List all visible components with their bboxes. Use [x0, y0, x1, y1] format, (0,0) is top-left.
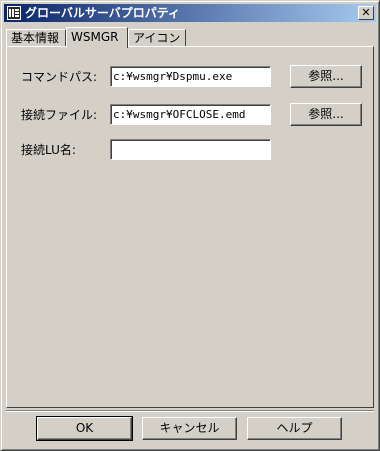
ok-button[interactable]: OK	[36, 416, 133, 441]
connect-file-label: 接続ファイル:	[21, 108, 98, 122]
help-button[interactable]: ヘルプ	[247, 417, 342, 440]
tab-wsmgr[interactable]: WSMGR	[66, 27, 128, 48]
window-title: グローバルサーバプロパティ	[25, 6, 181, 20]
close-icon: ✕	[361, 6, 371, 19]
lu-name-label: 接続LU名:	[21, 143, 76, 157]
footer-divider	[6, 410, 374, 412]
browse-command-button[interactable]: 参照...	[290, 65, 362, 88]
property-dialog: グローバルサーバプロパティ ✕ 基本情報 WSMGR アイコン コマンドパス: …	[0, 0, 380, 451]
browse-connect-button[interactable]: 参照...	[290, 103, 362, 126]
tab-icon[interactable]: アイコン	[128, 29, 186, 46]
command-path-label: コマンドパス:	[21, 70, 98, 84]
cancel-button[interactable]: キャンセル	[142, 417, 237, 440]
tab-panel: コマンドパス: c:¥wsmgr¥Dspmu.exe 参照... 接続ファイル:…	[6, 46, 374, 408]
tab-basic-info[interactable]: 基本情報	[6, 29, 66, 46]
connect-file-input[interactable]: c:¥wsmgr¥OFCLOSE.emd	[110, 104, 271, 125]
app-icon	[7, 6, 21, 20]
title-bar[interactable]: グローバルサーバプロパティ ✕	[4, 4, 376, 22]
command-path-input[interactable]: c:¥wsmgr¥Dspmu.exe	[110, 66, 271, 87]
lu-name-input[interactable]	[110, 139, 271, 160]
close-button[interactable]: ✕	[358, 6, 374, 20]
